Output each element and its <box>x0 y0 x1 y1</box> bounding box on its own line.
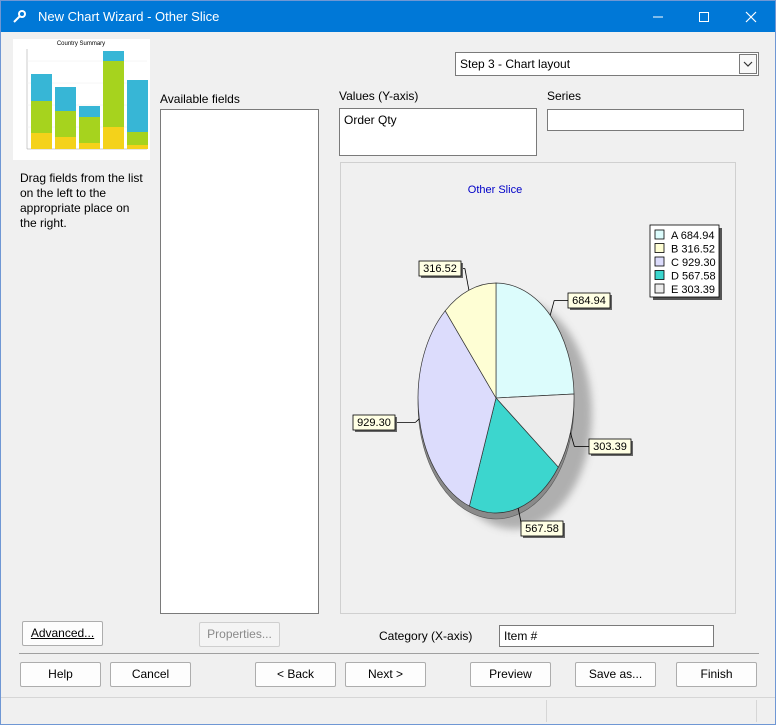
minimize-icon <box>653 16 663 18</box>
minimize-button[interactable] <box>635 1 681 32</box>
legend-entry-b: B 316.52 <box>671 244 715 256</box>
data-label-b: 316.52 <box>423 263 457 275</box>
chart-wizard-icon <box>13 10 26 23</box>
legend-entry-a: A 684.94 <box>671 230 714 242</box>
back-button[interactable]: < Back <box>255 662 336 687</box>
properties-button[interactable]: Properties... <box>199 622 280 647</box>
preview-button[interactable]: Preview <box>470 662 551 687</box>
advanced-button-label: Advanced... <box>30 626 95 640</box>
properties-button-label: Properties... <box>207 627 272 641</box>
status-bar-divider <box>756 700 757 722</box>
chart-title: Other Slice <box>468 184 522 196</box>
thumbnail-chart: Country Summary <box>26 41 148 150</box>
advanced-button[interactable]: Advanced... <box>22 621 103 646</box>
save-as-button[interactable]: Save as... <box>575 662 656 687</box>
legend-entry-c: C 929.30 <box>671 257 716 269</box>
data-label-d: 567.58 <box>525 523 559 535</box>
legend-swatch-a <box>654 229 665 240</box>
maximize-icon <box>699 12 709 22</box>
chart-preview: Other Slice 684.94 303.39 567.58 929.30 316.… <box>340 162 736 614</box>
data-label-a: 684.94 <box>572 295 606 307</box>
data-label-e: 303.39 <box>593 441 627 453</box>
title-bar[interactable]: New Chart Wizard - Other Slice <box>1 1 775 32</box>
legend-entry-d: D 567.58 <box>671 271 716 283</box>
available-fields-list[interactable] <box>160 109 319 614</box>
legend-entry-e: E 303.39 <box>671 284 715 296</box>
instructions-text: Drag fields from the list on the left to… <box>20 171 143 230</box>
values-axis-dropzone[interactable]: Order Qty <box>339 108 537 156</box>
button-separator <box>19 653 759 654</box>
help-button[interactable]: Help <box>20 662 101 687</box>
chevron-down-icon <box>743 61 753 67</box>
pie-chart: Other Slice 684.94 303.39 567.58 929.30 316.… <box>352 184 722 538</box>
category-axis-value[interactable]: Item # <box>504 629 537 643</box>
status-bar <box>1 697 775 724</box>
wizard-window: New Chart Wizard - Other Slice Country S… <box>0 0 776 725</box>
legend-swatch-c <box>654 256 665 267</box>
series-dropzone[interactable] <box>547 109 744 131</box>
next-button[interactable]: Next > <box>345 662 426 687</box>
maximize-button[interactable] <box>681 1 727 32</box>
finish-button[interactable]: Finish <box>676 662 757 687</box>
step-dropdown-button[interactable] <box>739 54 757 74</box>
chart-thumbnail: Country Summary <box>13 39 150 160</box>
chart-legend: A 684.94 B 316.52C 929.30 D 567.58E 303.39 <box>649 224 722 300</box>
step-selector-value: Step 3 - Chart layout <box>460 57 571 71</box>
data-label-c: 929.30 <box>357 417 391 429</box>
thumbnail-title: Country Summary <box>57 41 105 47</box>
close-icon <box>745 11 757 23</box>
status-bar-divider <box>546 700 547 722</box>
legend-swatch-e <box>654 283 665 294</box>
series-label: Series <box>547 89 582 103</box>
cancel-button[interactable]: Cancel <box>110 662 191 687</box>
category-axis-label: Category (X-axis) <box>379 629 473 643</box>
leader-line <box>464 268 470 291</box>
close-button[interactable] <box>728 1 774 32</box>
step-selector[interactable]: Step 3 - Chart layout <box>455 52 759 76</box>
window-title: New Chart Wizard - Other Slice <box>38 9 220 24</box>
legend-swatch-b <box>654 243 665 253</box>
leader-line <box>549 300 555 316</box>
values-axis-item[interactable]: Order Qty <box>344 113 397 127</box>
legend-swatch-d <box>654 270 665 280</box>
category-axis-dropzone[interactable]: Item # <box>499 625 714 647</box>
available-fields-label: Available fields <box>160 92 240 106</box>
values-axis-label: Values (Y-axis) <box>339 89 419 103</box>
